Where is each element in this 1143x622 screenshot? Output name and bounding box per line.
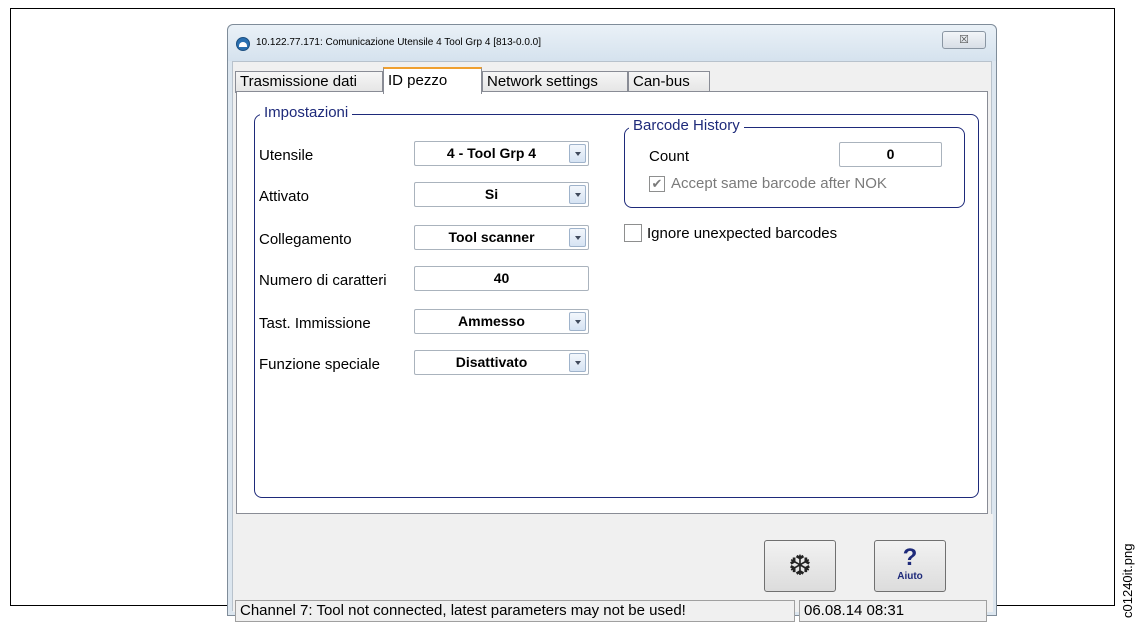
tab-trasmissione-dati[interactable]: Trasmissione dati — [235, 71, 383, 93]
snowflake-icon: ❆ — [788, 549, 812, 582]
tast-immissione-select[interactable]: Ammesso — [414, 309, 589, 334]
funzione-speciale-select[interactable]: Disattivato — [414, 350, 589, 375]
ignore-unexpected-barcodes-checkbox[interactable] — [624, 224, 642, 242]
title-bar: 10.122.77.171: Comunicazione Utensile 4 … — [228, 25, 996, 61]
help-button[interactable]: ? Aiuto — [874, 540, 946, 592]
chevron-down-icon[interactable] — [569, 312, 586, 331]
app-icon — [236, 37, 250, 51]
barcode-history-group: Barcode History Count 0 ✔ Accept same ba… — [624, 117, 965, 208]
close-window-button[interactable]: ☒ — [942, 31, 986, 49]
window-title: 10.122.77.171: Comunicazione Utensile 4 … — [256, 37, 541, 48]
funzione-speciale-value: Disattivato — [455, 354, 528, 370]
chevron-down-icon[interactable] — [569, 353, 586, 372]
accept-same-barcode-checkbox[interactable]: ✔ — [649, 176, 665, 192]
chevron-down-icon[interactable] — [569, 144, 586, 163]
settings-button[interactable]: ❆ — [764, 540, 836, 592]
collegamento-select[interactable]: Tool scanner — [414, 225, 589, 250]
tab-network-settings[interactable]: Network settings — [482, 71, 628, 93]
utensile-value: 4 - Tool Grp 4 — [446, 145, 537, 161]
app-window: 10.122.77.171: Comunicazione Utensile 4 … — [227, 24, 997, 622]
tast-immissione-label: Tast. Immissione — [259, 315, 371, 332]
utensile-label: Utensile — [259, 147, 314, 164]
accept-same-barcode-label: Accept same barcode after NOK — [671, 175, 887, 192]
bottom-panel: ❆ ? Aiuto Channel 7: Tool not connected,… — [233, 514, 993, 622]
help-button-label: Aiuto — [897, 571, 923, 582]
tab-id-pezzo[interactable]: ID pezzo — [383, 67, 482, 94]
impostazioni-title: Impostazioni — [260, 104, 353, 121]
count-label: Count — [649, 148, 690, 165]
help-icon: ? — [902, 544, 918, 571]
close-icon: ☒ — [959, 34, 969, 46]
status-message: Channel 7: Tool not connected, latest pa… — [235, 600, 795, 622]
attivato-select[interactable]: Si — [414, 182, 589, 207]
checkmark-icon: ✔ — [651, 176, 663, 191]
chevron-down-icon[interactable] — [569, 185, 586, 204]
barcode-history-title: Barcode History — [629, 117, 744, 134]
tab-page-id-pezzo: Impostazioni Utensile 4 - Tool Grp 4 Att… — [236, 91, 988, 514]
collegamento-label: Collegamento — [259, 231, 352, 248]
count-value[interactable]: 0 — [839, 142, 942, 167]
figure-filename-label: c01240it.png — [1120, 543, 1135, 618]
tab-can-bus[interactable]: Can-bus — [628, 71, 710, 93]
collegamento-value: Tool scanner — [448, 229, 535, 245]
client-area: Trasmissione dati ID pezzo Network setti… — [232, 61, 993, 622]
attivato-value: Si — [484, 186, 499, 202]
funzione-speciale-label: Funzione speciale — [259, 356, 380, 373]
tast-immissione-value: Ammesso — [458, 313, 525, 329]
ignore-unexpected-barcodes-label: Ignore unexpected barcodes — [647, 225, 838, 242]
status-datetime: 06.08.14 08:31 — [799, 600, 987, 622]
numero-caratteri-input[interactable]: 40 — [414, 266, 589, 291]
utensile-select[interactable]: 4 - Tool Grp 4 — [414, 141, 589, 166]
attivato-label: Attivato — [259, 188, 310, 205]
numero-caratteri-label: Numero di caratteri — [259, 272, 387, 289]
chevron-down-icon[interactable] — [569, 228, 586, 247]
